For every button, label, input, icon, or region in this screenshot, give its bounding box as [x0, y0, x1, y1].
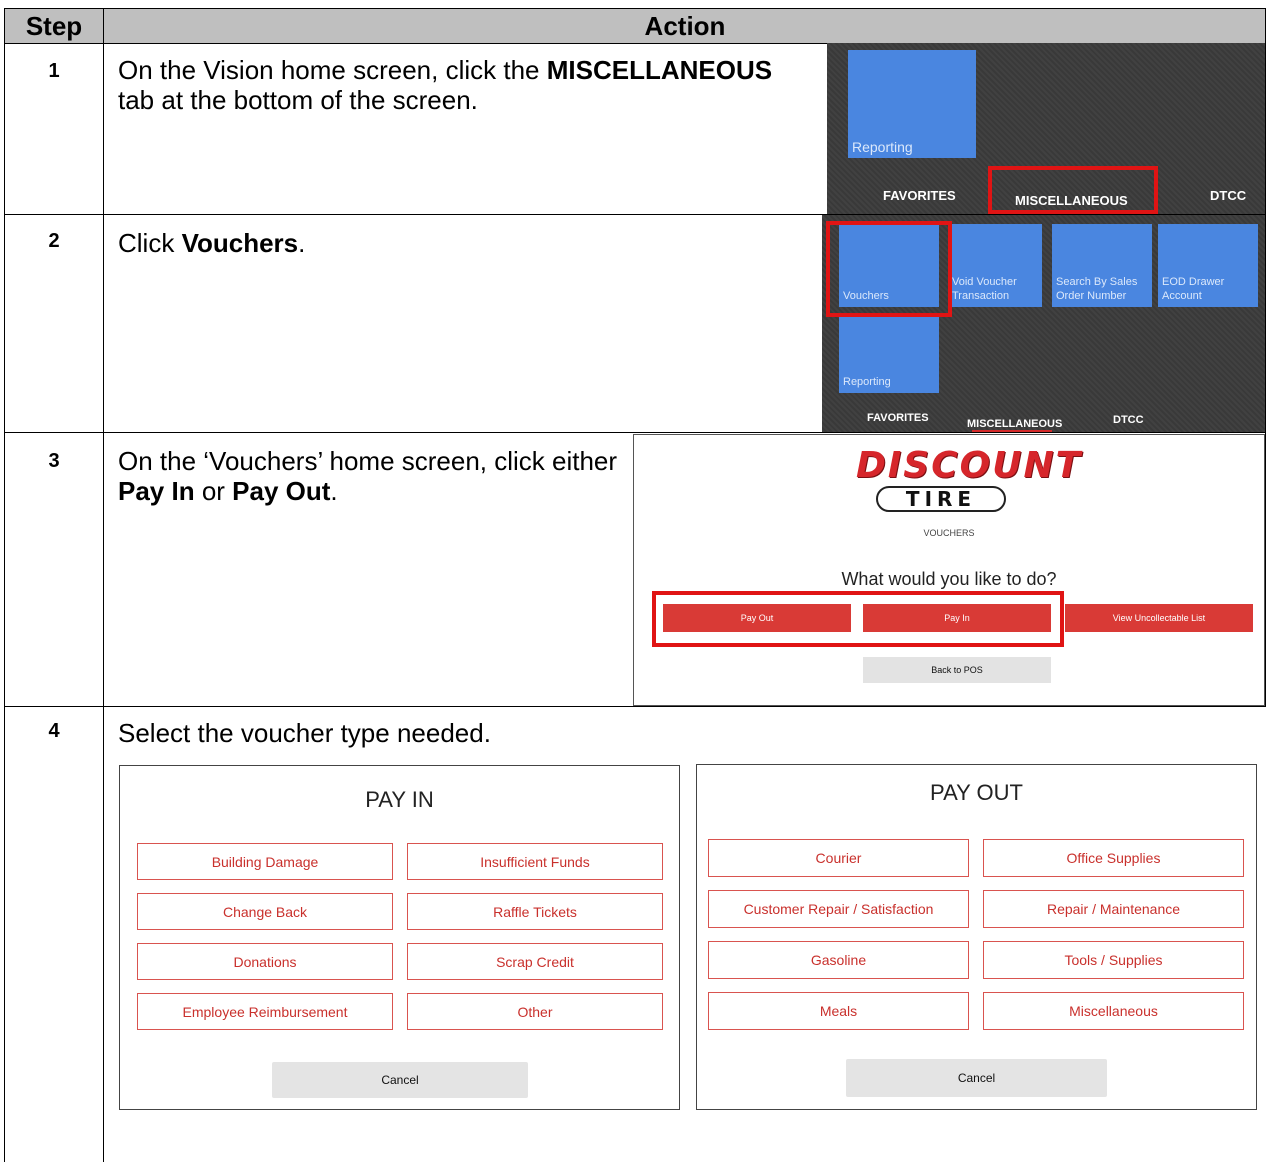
back-to-pos-button[interactable]: Back to POS	[863, 657, 1051, 683]
option-change-back[interactable]: Change Back	[137, 893, 393, 930]
option-employee-reimbursement[interactable]: Employee Reimbursement	[137, 993, 393, 1030]
option-scrap-credit[interactable]: Scrap Credit	[407, 943, 663, 980]
screen-subtitle: VOUCHERS	[923, 528, 975, 538]
reporting-tile[interactable]: Reporting	[839, 317, 939, 393]
highlight-box	[988, 166, 1158, 214]
cancel-button[interactable]: Cancel	[272, 1062, 528, 1098]
step-number: 3	[48, 450, 60, 472]
column-divider	[103, 8, 104, 1162]
step-instruction: On the ‘Vouchers’ home screen, click eit…	[118, 446, 618, 506]
option-gasoline[interactable]: Gasoline	[708, 941, 969, 979]
tab-favorites[interactable]: FAVORITES	[883, 188, 956, 203]
reporting-tile[interactable]: Reporting	[848, 50, 976, 158]
option-other[interactable]: Other	[407, 993, 663, 1030]
highlight-box	[826, 221, 952, 317]
step-number: 2	[48, 230, 60, 252]
option-tools-supplies[interactable]: Tools / Supplies	[983, 941, 1244, 979]
option-raffle-tickets[interactable]: Raffle Tickets	[407, 893, 663, 930]
pay-in-panel: PAY IN Building Damage Insufficient Fund…	[119, 765, 680, 1110]
tab-dtcc[interactable]: DTCC	[1210, 188, 1246, 203]
option-insufficient-funds[interactable]: Insufficient Funds	[407, 843, 663, 880]
vision-home-screenshot: Reporting FAVORITES MISCELLANEOUS DTCC	[827, 43, 1265, 214]
pay-in-title: PAY IN	[365, 787, 434, 812]
step-instruction: Select the voucher type needed.	[118, 718, 491, 748]
step-instruction: Click Vouchers.	[118, 228, 306, 258]
option-customer-repair-satisfaction[interactable]: Customer Repair / Satisfaction	[708, 890, 969, 928]
option-repair-maintenance[interactable]: Repair / Maintenance	[983, 890, 1244, 928]
option-office-supplies[interactable]: Office Supplies	[983, 839, 1244, 877]
option-courier[interactable]: Courier	[708, 839, 969, 877]
eod-drawer-account-tile[interactable]: EOD Drawer Account	[1158, 224, 1258, 307]
vouchers-home-screenshot: DISCOUNT TIRE VOUCHERS What would you li…	[633, 434, 1265, 706]
pay-out-panel: PAY OUT Courier Office Supplies Customer…	[696, 764, 1257, 1110]
table-border-left	[4, 8, 5, 1162]
miscellaneous-screenshot: Vouchers Void Voucher Transaction Search…	[822, 215, 1265, 432]
cancel-button[interactable]: Cancel	[846, 1059, 1107, 1097]
table-border-top	[4, 8, 1266, 9]
option-building-damage[interactable]: Building Damage	[137, 843, 393, 880]
tab-dtcc[interactable]: DTCC	[1113, 414, 1144, 426]
tab-miscellaneous[interactable]: MISCELLANEOUS	[967, 418, 1062, 430]
step-number: 1	[48, 60, 60, 82]
option-miscellaneous[interactable]: Miscellaneous	[983, 992, 1244, 1030]
highlight-box	[652, 591, 1064, 647]
active-tab-indicator	[972, 430, 1052, 432]
step-number: 4	[48, 720, 60, 742]
header-step: Step	[25, 11, 83, 41]
screen-question: What would you like to do?	[841, 569, 1057, 589]
pay-out-title: PAY OUT	[930, 780, 1023, 805]
row-divider	[4, 432, 1266, 433]
view-uncollectable-list-button[interactable]: View Uncollectable List	[1065, 604, 1253, 632]
tab-favorites[interactable]: FAVORITES	[867, 412, 929, 424]
row-divider	[4, 706, 1266, 707]
search-by-sales-order-tile[interactable]: Search By Sales Order Number	[1052, 224, 1152, 307]
option-meals[interactable]: Meals	[708, 992, 969, 1030]
discount-tire-logo-text: DISCOUNT	[856, 445, 1083, 486]
void-voucher-tile[interactable]: Void Voucher Transaction	[948, 224, 1042, 307]
option-donations[interactable]: Donations	[137, 943, 393, 980]
step-instruction: On the Vision home screen, click the MIS…	[118, 55, 773, 115]
discount-tire-logo-badge: TIRE	[876, 486, 1006, 512]
header-action: Action	[644, 11, 726, 41]
